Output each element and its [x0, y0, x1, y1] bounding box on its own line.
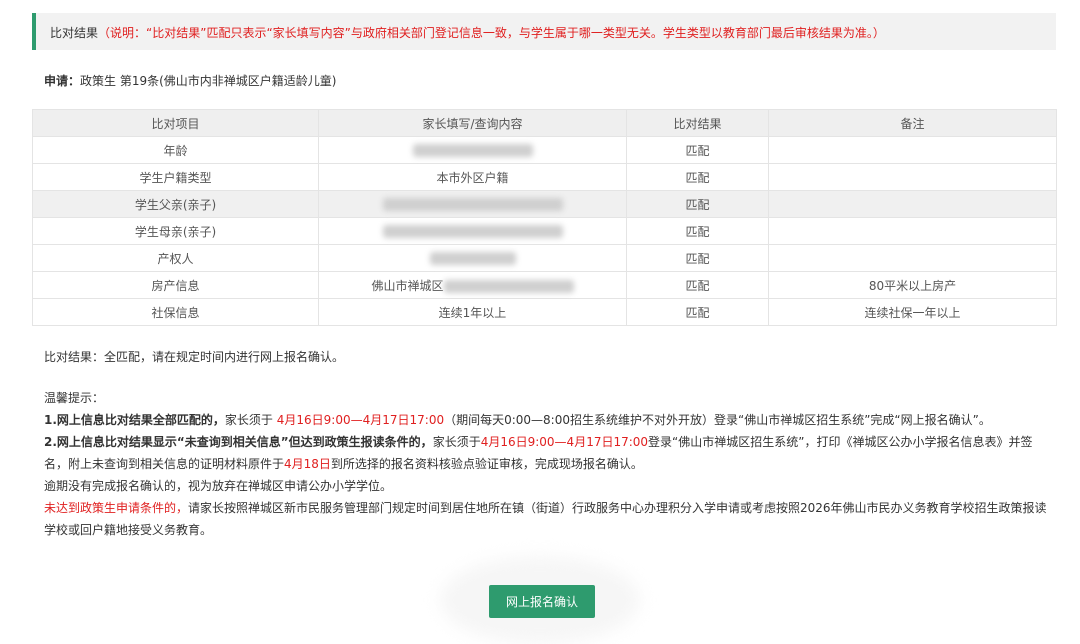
- redacted-value: [412, 144, 533, 157]
- table-row: 学生父亲(亲子) 匹配: [32, 190, 1057, 218]
- table-row: 产权人 匹配: [32, 244, 1057, 272]
- cell-result: 匹配: [626, 136, 769, 164]
- confirm-registration-button[interactable]: 网上报名确认: [489, 585, 595, 618]
- tip-1-text-a: 家长须于: [224, 413, 277, 427]
- header-title: 比对结果: [50, 26, 99, 40]
- col-header-remark: 备注: [768, 109, 1057, 137]
- cell-result: 匹配: [626, 217, 769, 245]
- tips-section: 温馨提示： 1.网上信息比对结果全部匹配的，家长须于 4月16日9:00—4月1…: [44, 387, 1054, 541]
- result-header: 比对结果（说明：“比对结果”匹配只表示“家长填写内容”与政府相关部门登记信息一致…: [32, 13, 1056, 50]
- tip-1-date: 4月16日9:00—4月17日17:00: [276, 413, 445, 427]
- redacted-value: [443, 279, 574, 293]
- cell-result: 匹配: [626, 271, 769, 299]
- tip-4: 未达到政策生申请条件的，请家长按照禅城区新市民服务管理部门规定时间到居住地所在镇…: [44, 497, 1054, 541]
- col-header-result: 比对结果: [626, 109, 769, 137]
- cell-remark: [768, 217, 1057, 245]
- tip-2: 2.网上信息比对结果显示“未查询到相关信息”但达到政策生报读条件的，家长须于4月…: [44, 431, 1054, 475]
- tip-1: 1.网上信息比对结果全部匹配的，家长须于 4月16日9:00—4月17日17:0…: [44, 409, 1054, 431]
- redacted-value: [382, 198, 563, 211]
- apply-label: 申请：: [44, 74, 81, 88]
- comparison-table: 比对项目 家长填写/查询内容 比对结果 备注 年龄 匹配 学生户籍类型 本市外区…: [32, 109, 1057, 326]
- application-info: 申请：政策生 第19条(佛山市内非禅城区户籍适龄儿童): [44, 72, 336, 89]
- tip-2-bold: 2.网上信息比对结果显示“未查询到相关信息”但达到政策生报读条件的，: [44, 435, 433, 449]
- cell-remark: 80平米以上房产: [768, 271, 1057, 299]
- redacted-value: [382, 225, 563, 238]
- tips-heading: 温馨提示：: [44, 391, 105, 405]
- table-header-row: 比对项目 家长填写/查询内容 比对结果 备注: [32, 109, 1057, 137]
- header-note: （说明：“比对结果”匹配只表示“家长填写内容”与政府相关部门登记信息一致，与学生…: [98, 26, 885, 40]
- cell-result: 匹配: [626, 298, 769, 326]
- cell-content: [318, 217, 627, 245]
- table-row: 房产信息 佛山市禅城区 匹配 80平米以上房产: [32, 271, 1057, 299]
- tip-1-text-b: （期间每天0:00—8:00招生系统维护不对外开放）登录“佛山市禅城区招生系统”…: [444, 413, 991, 427]
- cell-item: 学生户籍类型: [32, 163, 319, 191]
- col-header-content: 家长填写/查询内容: [318, 109, 627, 137]
- tip-3: 逾期没有完成报名确认的，视为放弃在禅城区申请公办小学学位。: [44, 479, 393, 493]
- cell-remark: [768, 244, 1057, 272]
- cell-remark: 连续社保一年以上: [768, 298, 1057, 326]
- table-row: 学生户籍类型 本市外区户籍 匹配: [32, 163, 1057, 191]
- table-row: 年龄 匹配: [32, 136, 1057, 164]
- cell-content: [318, 244, 627, 272]
- cell-result: 匹配: [626, 190, 769, 218]
- tip-1-bold: 1.网上信息比对结果全部匹配的，: [44, 413, 225, 427]
- redacted-value: [429, 252, 516, 265]
- cell-content-wrap-item: 房产信息: [32, 271, 319, 299]
- tip-4-text: 请家长按照禅城区新市民服务管理部门规定时间到居住地所在镇（街道）行政服务中心办理…: [44, 501, 1047, 537]
- header-line: 比对结果（说明：“比对结果”匹配只表示“家长填写内容”与政府相关部门登记信息一致…: [50, 24, 885, 41]
- cell-content: 连续1年以上: [318, 298, 627, 326]
- cell-content: 佛山市禅城区: [318, 271, 627, 299]
- cell-content-text: 佛山市禅城区: [371, 278, 444, 293]
- table-row: 学生母亲(亲子) 匹配: [32, 217, 1057, 245]
- tip-2-text-c: 到所选择的报名资料核验点验证审核，完成现场报名确认。: [330, 457, 643, 471]
- cell-content: [318, 190, 627, 218]
- cell-item: 产权人: [32, 244, 319, 272]
- cell-remark: [768, 163, 1057, 191]
- cell-result: 匹配: [626, 244, 769, 272]
- cell-item: 社保信息: [32, 298, 319, 326]
- cell-item: 学生母亲(亲子): [32, 217, 319, 245]
- col-header-item: 比对项目: [32, 109, 319, 137]
- apply-value: 政策生 第19条(佛山市内非禅城区户籍适龄儿童): [80, 74, 337, 88]
- cell-remark: [768, 190, 1057, 218]
- cell-content: 本市外区户籍: [318, 163, 627, 191]
- result-summary: 比对结果：全匹配，请在规定时间内进行网上报名确认。: [44, 350, 345, 364]
- cell-content: [318, 136, 627, 164]
- cell-item: 学生父亲(亲子): [32, 190, 319, 218]
- tip-2-text-a: 家长须于: [432, 435, 481, 449]
- tip-2-date: 4月16日9:00—4月17日17:00: [480, 435, 649, 449]
- cell-remark: [768, 136, 1057, 164]
- cell-item: 年龄: [32, 136, 319, 164]
- cell-result: 匹配: [626, 163, 769, 191]
- table-row: 社保信息 连续1年以上 匹配 连续社保一年以上: [32, 298, 1057, 326]
- tip-2-deadline: 4月18日: [284, 457, 331, 471]
- tip-4-red: 未达到政策生申请条件的，: [44, 501, 189, 515]
